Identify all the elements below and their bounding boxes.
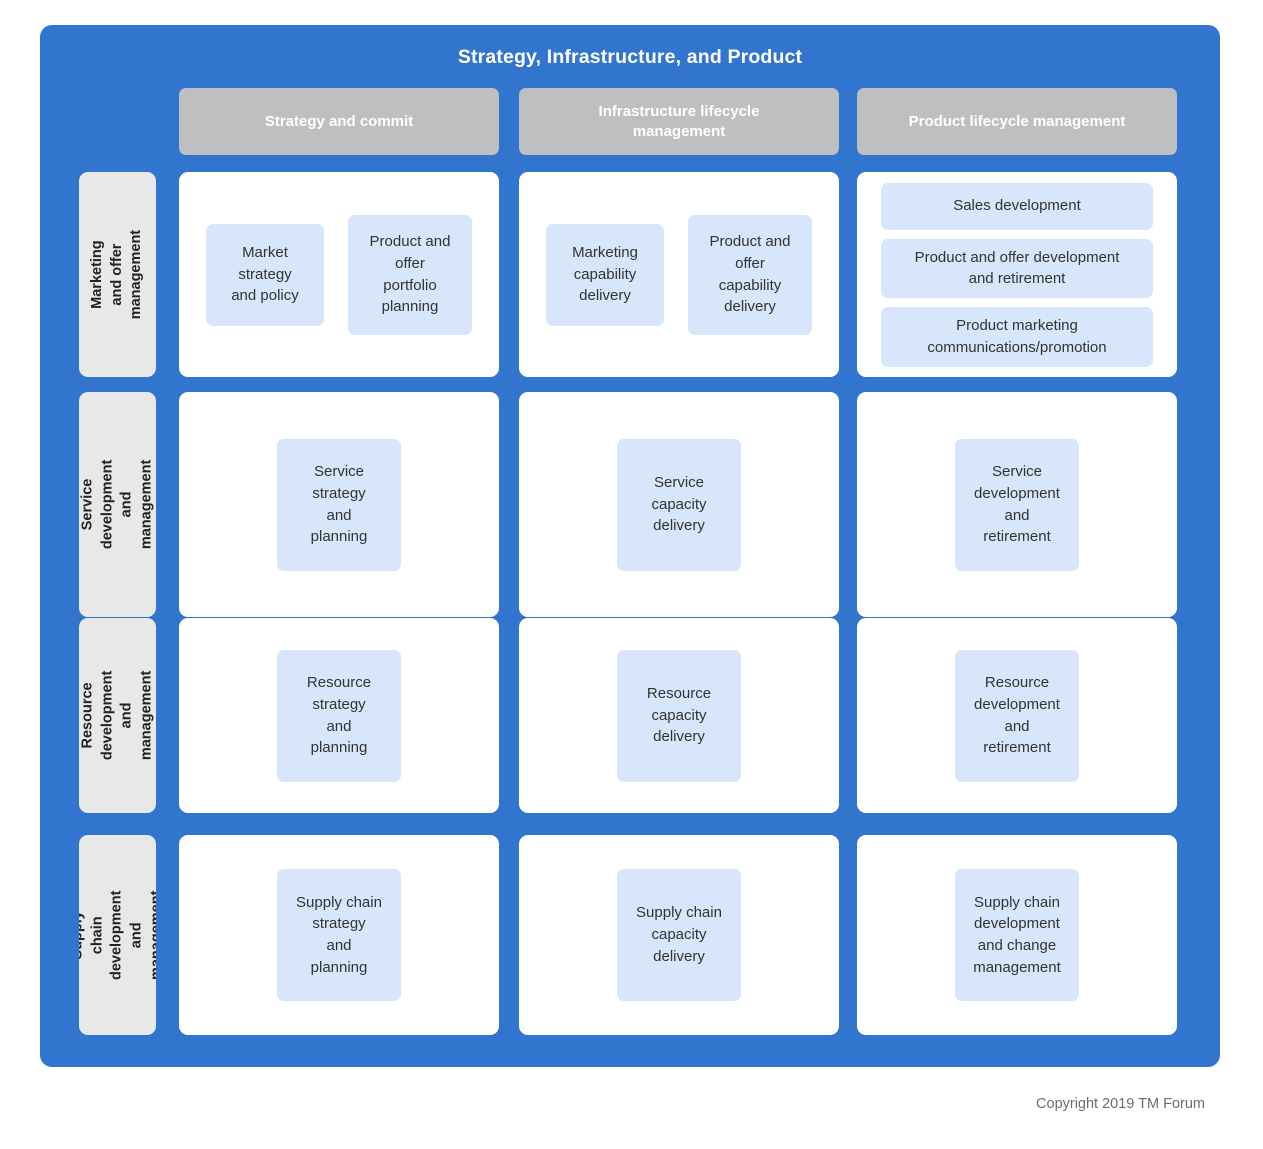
cell-resource-infrastructure-lifecycle: Resource capacity delivery: [519, 618, 839, 813]
item-product-marketing-communications-promotion[interactable]: Product marketing communications/promoti…: [881, 307, 1153, 367]
column-header-strategy-and-commit[interactable]: Strategy and commit: [179, 88, 499, 155]
column-header-label: Product lifecycle management: [908, 112, 1126, 130]
cell-service-infrastructure-lifecycle: Service capacity delivery: [519, 392, 839, 617]
item-supply-chain-strategy-and-planning[interactable]: Supply chain strategy and planning: [277, 869, 401, 1001]
cell-supply-chain-product-lifecycle: Supply chain development and change mana…: [857, 835, 1177, 1035]
column-header-label: Infrastructure lifecycle management: [598, 102, 760, 140]
row-label-resource-development-and-management[interactable]: Resource development and management: [79, 618, 156, 813]
page-title: Strategy, Infrastructure, and Product: [457, 46, 803, 68]
column-header-infrastructure-lifecycle-management[interactable]: Infrastructure lifecycle management: [519, 88, 839, 155]
row-label-supply-chain-development-and-management[interactable]: Supply chain development and management: [79, 835, 156, 1035]
item-market-strategy-and-policy[interactable]: Market strategy and policy: [206, 223, 324, 326]
item-product-and-offer-capability-delivery[interactable]: Product and offer capability delivery: [688, 214, 812, 335]
item-service-capacity-delivery[interactable]: Service capacity delivery: [617, 438, 741, 571]
row-label-text: Supply chain development and management: [79, 890, 156, 980]
item-supply-chain-development-and-change-management[interactable]: Supply chain development and change mana…: [955, 869, 1079, 1001]
row-label-text: Resource development and management: [79, 670, 155, 761]
item-resource-capacity-delivery[interactable]: Resource capacity delivery: [617, 649, 741, 782]
column-header-label: Strategy and commit: [264, 112, 414, 130]
row-label-text: Service development and management: [79, 459, 155, 550]
row-label-service-development-and-management[interactable]: Service development and management: [79, 392, 156, 617]
row-label-marketing-and-offer-management[interactable]: Marketing and offer management: [79, 172, 156, 377]
cell-supply-chain-strategy-and-commit: Supply chain strategy and planning: [179, 835, 499, 1035]
item-product-and-offer-development-and-retirement[interactable]: Product and offer development and retire…: [881, 238, 1153, 298]
sip-framework-frame: Strategy, Infrastructure, and Product St…: [40, 25, 1220, 1067]
copyright-notice: Copyright 2019 TM Forum: [1036, 1096, 1205, 1112]
item-supply-chain-capacity-delivery[interactable]: Supply chain capacity delivery: [617, 869, 741, 1001]
item-resource-development-and-retirement[interactable]: Resource development and retirement: [955, 649, 1079, 782]
cell-resource-strategy-and-commit: Resource strategy and planning: [179, 618, 499, 813]
cell-service-product-lifecycle: Service development and retirement: [857, 392, 1177, 617]
item-product-and-offer-portfolio-planning[interactable]: Product and offer portfolio planning: [348, 214, 472, 335]
row-label-text: Marketing and offer management: [88, 229, 145, 320]
cell-marketing-product-lifecycle: Sales development Product and offer deve…: [857, 172, 1177, 377]
column-header-product-lifecycle-management[interactable]: Product lifecycle management: [857, 88, 1177, 155]
cell-resource-product-lifecycle: Resource development and retirement: [857, 618, 1177, 813]
diagram-canvas: Strategy, Infrastructure, and Product St…: [0, 0, 1263, 1149]
item-resource-strategy-and-planning[interactable]: Resource strategy and planning: [277, 649, 401, 782]
cell-marketing-infrastructure-lifecycle: Marketing capability delivery Product an…: [519, 172, 839, 377]
cell-supply-chain-infrastructure-lifecycle: Supply chain capacity delivery: [519, 835, 839, 1035]
item-service-development-and-retirement[interactable]: Service development and retirement: [955, 438, 1079, 571]
item-service-strategy-and-planning[interactable]: Service strategy and planning: [277, 438, 401, 571]
cell-service-strategy-and-commit: Service strategy and planning: [179, 392, 499, 617]
item-sales-development[interactable]: Sales development: [881, 182, 1153, 230]
item-marketing-capability-delivery[interactable]: Marketing capability delivery: [546, 223, 664, 326]
cell-marketing-strategy-and-commit: Market strategy and policy Product and o…: [179, 172, 499, 377]
